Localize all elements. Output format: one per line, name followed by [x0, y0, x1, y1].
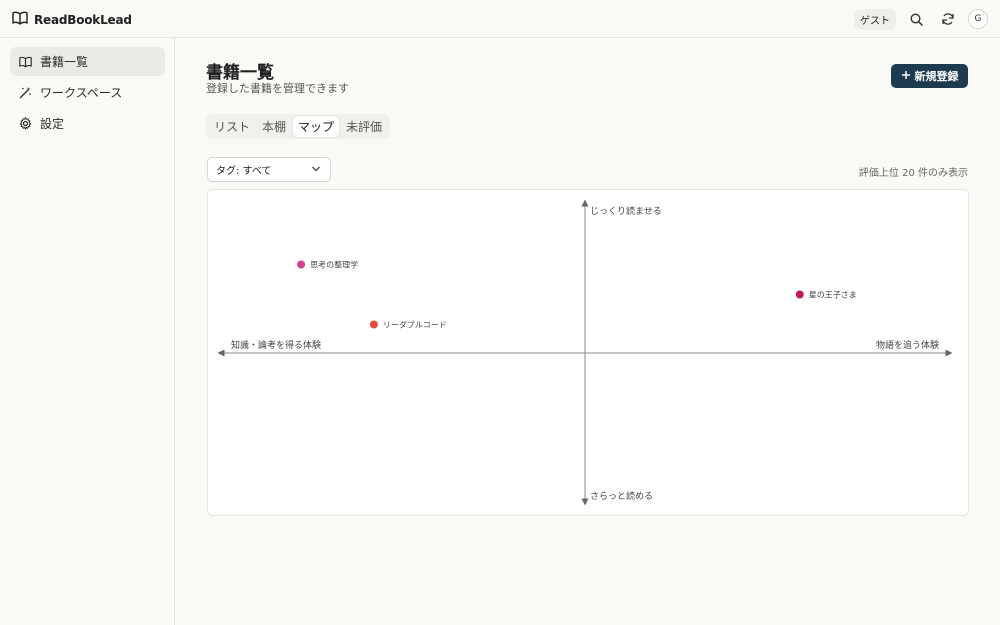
sidebar-item-settings[interactable]: 設定: [10, 109, 165, 138]
app-name: ReadBookLead: [34, 12, 132, 27]
guest-badge[interactable]: ゲスト: [854, 8, 896, 30]
book-point[interactable]: [369, 320, 378, 329]
sidebar-item-label: 書籍一覧: [40, 55, 89, 69]
sidebar-item-workspace[interactable]: ワークスペース: [10, 78, 165, 107]
book-point-label[interactable]: 思考の整理学: [310, 260, 358, 270]
tag-filter-value: タグ: すべて: [216, 166, 272, 177]
avatar[interactable]: G: [968, 9, 988, 29]
sidebar: 書籍一覧 ワークスペース 設定: [0, 38, 175, 625]
plus-icon: [901, 70, 911, 83]
sidebar-item-label: ワークスペース: [40, 86, 123, 100]
top-header: ReadBookLead ゲスト G: [0, 0, 1000, 38]
sidebar-item-books[interactable]: 書籍一覧: [10, 47, 165, 76]
sidebar-item-label: 設定: [40, 117, 65, 131]
book-point-label[interactable]: 星の王子さま: [809, 291, 857, 300]
book-icon: [12, 10, 28, 29]
chevron-down-icon: [311, 165, 321, 176]
book-point[interactable]: [297, 260, 306, 269]
tab-shelf[interactable]: 本棚: [257, 116, 291, 137]
brand[interactable]: ReadBookLead: [12, 10, 132, 29]
view-tabs: リスト 本棚 マップ 未評価: [206, 114, 391, 139]
gear-icon: [18, 117, 32, 131]
new-book-button-label: 新規登録: [914, 70, 959, 83]
tab-map[interactable]: マップ: [293, 116, 340, 137]
search-icon[interactable]: [904, 8, 928, 30]
y-axis-bottom-label: さらっと読める: [590, 490, 653, 502]
refresh-icon[interactable]: [936, 8, 960, 30]
book-point[interactable]: [795, 290, 804, 299]
top-rated-note: 評価上位 20 件のみ表示: [858, 168, 968, 179]
new-book-button[interactable]: 新規登録: [891, 64, 968, 88]
y-axis-top-label: じっくり読ませる: [590, 205, 662, 217]
book-point-label[interactable]: リーダブルコード: [383, 320, 447, 330]
tab-unrated[interactable]: 未評価: [341, 116, 387, 137]
x-axis-left-label: 知識・論考を得る体験: [231, 339, 321, 351]
tag-filter-select[interactable]: タグ: すべて: [207, 157, 331, 182]
tab-list[interactable]: リスト: [209, 116, 255, 137]
map-canvas: じっくり読ませる さらっと読める 知識・論考を得る体験 物語を追う体験 思考の整…: [217, 199, 953, 506]
book-icon: [18, 55, 32, 69]
page-subtitle: 登録した書籍を管理できます: [206, 82, 349, 95]
book-map-chart: じっくり読ませる さらっと読める 知識・論考を得る体験 物語を追う体験 思考の整…: [207, 189, 969, 516]
x-axis-right-label: 物語を追う体験: [876, 339, 939, 351]
magic-wand-icon: [18, 86, 32, 100]
